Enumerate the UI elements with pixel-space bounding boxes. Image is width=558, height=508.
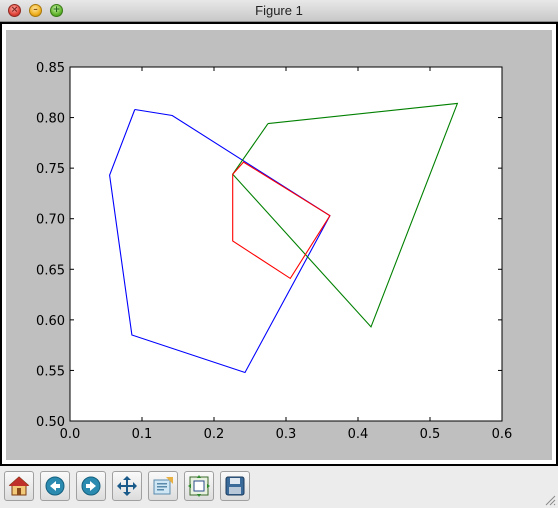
y-tick-label: 0.55: [36, 364, 65, 379]
x-tick-label: 0.5: [420, 427, 441, 442]
resize-grip-icon[interactable]: [544, 494, 556, 506]
x-tick-label: 0.3: [276, 427, 297, 442]
home-icon: [8, 476, 30, 496]
pan-arrows-icon: [117, 476, 137, 496]
x-tick-label: 0.4: [348, 427, 369, 442]
back-button[interactable]: [40, 471, 70, 501]
y-tick-label: 0.75: [36, 162, 65, 177]
back-arrow-icon: [45, 476, 65, 496]
subplots-icon: [188, 475, 210, 497]
navigation-toolbar: [0, 468, 558, 508]
y-tick-label: 0.60: [36, 314, 65, 329]
y-tick-label: 0.65: [36, 263, 65, 278]
forward-arrow-icon: [81, 476, 101, 496]
forward-button[interactable]: [76, 471, 106, 501]
y-tick-label: 0.85: [36, 61, 65, 76]
x-tick-label: 0.1: [132, 427, 153, 442]
pan-button[interactable]: [112, 471, 142, 501]
y-tick-label: 0.80: [36, 112, 65, 127]
zoom-rect-icon: [153, 477, 173, 495]
zoom-rect-button[interactable]: [148, 471, 178, 501]
save-button[interactable]: [220, 471, 250, 501]
configure-subplots-button[interactable]: [184, 471, 214, 501]
axes-area: [70, 67, 502, 421]
y-tick-label: 0.50: [36, 415, 65, 430]
home-button[interactable]: [4, 471, 34, 501]
y-tick-label: 0.70: [36, 213, 65, 228]
x-tick-label: 0.2: [204, 427, 225, 442]
save-disk-icon: [225, 476, 245, 496]
plot-svg: 0.0 0.1 0.2 0.3 0.4 0.5 0.60.500.550.600.650.7…: [36, 61, 513, 442]
x-tick-label: 0.6: [492, 427, 513, 442]
